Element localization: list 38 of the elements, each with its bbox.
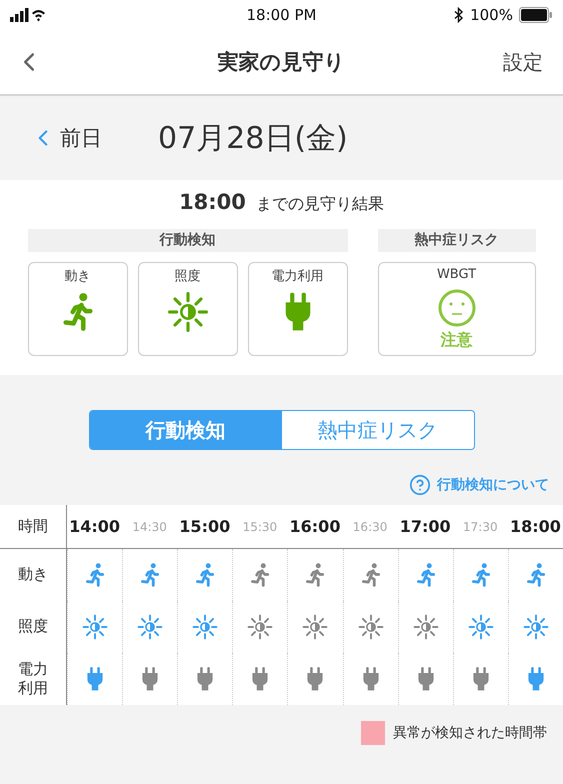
time-label: 18:00 [510, 517, 561, 536]
bluetooth-icon [454, 7, 464, 23]
page-title: 実家の見守り [216, 49, 346, 76]
row-label: 電力利用 [17, 660, 49, 698]
row-label: 照度 [17, 617, 49, 637]
signal-icon [10, 8, 46, 22]
time-label: 15:00 [179, 517, 230, 536]
time-label: 14:00 [69, 517, 120, 536]
row-label: 時間 [17, 516, 49, 536]
segment-tab[interactable]: 熱中症リスク [282, 411, 474, 449]
segment-tab[interactable]: 行動検知 [90, 411, 282, 449]
risk-status: 注意 [440, 330, 472, 351]
card-label: 動き [64, 268, 90, 285]
sun-icon [166, 291, 208, 333]
time-label: 17:30 [463, 520, 498, 534]
group-title: 熱中症リスク [378, 229, 536, 252]
battery-percent: 100% [470, 6, 513, 24]
card-label: 電力利用 [272, 268, 324, 285]
neutral-face-icon [436, 288, 476, 328]
group-title: 行動検知 [28, 229, 348, 252]
summary-caption: までの見守り結果 [256, 194, 384, 215]
row-label: 動き [17, 565, 49, 585]
card-label: 照度 [174, 268, 200, 285]
help-icon [409, 474, 431, 496]
previous-day-button[interactable]: 前日 [30, 124, 102, 152]
battery-icon [518, 7, 553, 23]
settings-button[interactable]: 設定 [483, 48, 563, 76]
time-label: 15:30 [242, 520, 278, 534]
summary-time: 18:00 [179, 190, 246, 214]
time-label: 16:00 [290, 517, 340, 536]
status-time: 18:00 PM [246, 6, 316, 24]
help-link[interactable]: 行動検知について [437, 476, 549, 494]
card-label: WBGT [436, 267, 476, 282]
time-label: 14:30 [132, 520, 167, 534]
legend-label: 異常が検知された時間帯 [393, 724, 547, 742]
date-label: 07月28日(金) [158, 120, 348, 158]
time-label: 16:30 [352, 520, 388, 534]
time-label: 17:00 [400, 517, 451, 536]
